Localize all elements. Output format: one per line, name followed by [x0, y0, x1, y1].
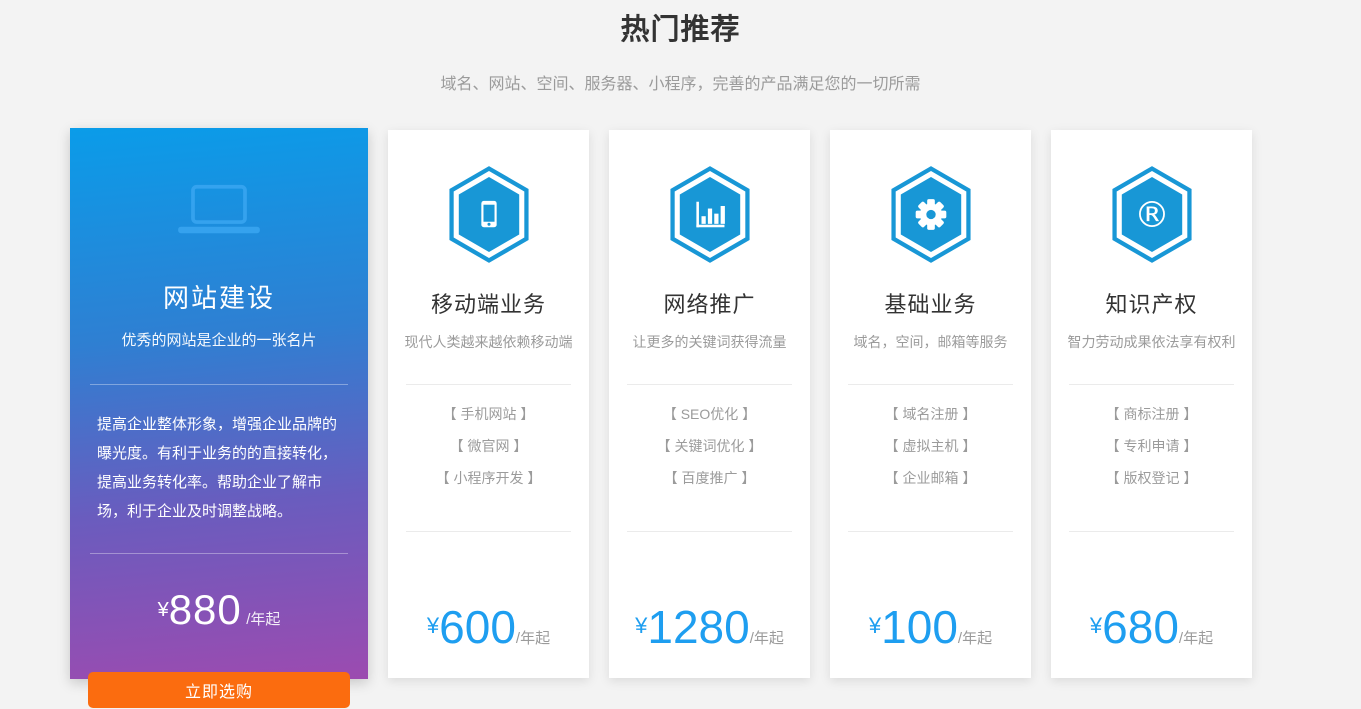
- currency-symbol: ¥: [426, 613, 440, 638]
- buy-now-button[interactable]: 立即选购: [88, 672, 350, 708]
- gear-icon: [830, 166, 1031, 263]
- currency-symbol: ¥: [1089, 613, 1103, 638]
- divider: [848, 531, 1013, 532]
- feature-item: 【 手机网站 】: [442, 406, 535, 422]
- page-subtitle: 域名、网站、空间、服务器、小程序，完善的产品满足您的一切所需: [440, 76, 921, 93]
- feature-item: 【 企业邮箱 】: [884, 470, 977, 486]
- card-price: ¥1280/年起: [609, 600, 810, 654]
- smartphone-icon: [388, 166, 589, 263]
- divider: [90, 553, 348, 554]
- card-feature-list: 【 SEO优化 】 【 关键词优化 】 【 百度推广 】: [609, 398, 810, 494]
- card-mobile-business[interactable]: 移动端业务 现代人类越来越依赖移动端 【 手机网站 】 【 微官网 】 【 小程…: [388, 130, 589, 678]
- price-unit: /年起: [1178, 630, 1214, 647]
- feature-item: 【 虚拟主机 】: [884, 438, 977, 454]
- divider: [406, 531, 571, 532]
- card-price: ¥680/年起: [1051, 600, 1252, 654]
- feature-item: 【 SEO优化 】: [662, 406, 757, 422]
- card-subtitle: 让更多的关键词获得流量: [632, 334, 787, 350]
- divider: [627, 384, 792, 385]
- feature-item: 【 商标注册 】: [1105, 406, 1198, 422]
- product-cards-row: 网站建设 优秀的网站是企业的一张名片 提高企业整体形象，增强企业品牌的曝光度。有…: [70, 128, 1252, 708]
- price-amount: 600: [439, 601, 516, 653]
- laptop-icon: [70, 184, 368, 236]
- card-intellectual-property[interactable]: ® 知识产权 智力劳动成果依法享有权利 【 商标注册 】 【 专利申请 】 【 …: [1051, 130, 1252, 678]
- divider: [1069, 531, 1234, 532]
- currency-symbol: ¥: [157, 599, 169, 621]
- card-price: ¥100/年起: [830, 600, 1031, 654]
- card-title: 基础业务: [884, 292, 977, 317]
- feature-item: 【 专利申请 】: [1105, 438, 1198, 454]
- svg-text:®: ®: [1134, 195, 1170, 236]
- price-unit: /年起: [749, 630, 784, 647]
- card-feature-list: 【 商标注册 】 【 专利申请 】 【 版权登记 】: [1051, 398, 1252, 494]
- card-feature-list: 【 域名注册 】 【 虚拟主机 】 【 企业邮箱 】: [830, 398, 1031, 494]
- feature-item: 【 百度推广 】: [663, 470, 756, 486]
- card-subtitle: 智力劳动成果依法享有权利: [1067, 334, 1236, 350]
- feature-item: 【 域名注册 】: [884, 406, 977, 422]
- price-amount: 1280: [647, 601, 750, 653]
- price-amount: 100: [881, 601, 958, 653]
- card-basic-business[interactable]: 基础业务 域名，空间，邮箱等服务 【 域名注册 】 【 虚拟主机 】 【 企业邮…: [830, 130, 1031, 678]
- featured-card-title: 网站建设: [162, 283, 275, 313]
- feature-item: 【 关键词优化 】: [656, 438, 763, 454]
- divider: [848, 384, 1013, 385]
- card-subtitle: 域名，空间，邮箱等服务: [853, 334, 1008, 350]
- feature-item: 【 小程序开发 】: [435, 470, 542, 486]
- card-title: 知识产权: [1105, 292, 1198, 317]
- feature-item: 【 版权登记 】: [1105, 470, 1198, 486]
- card-feature-list: 【 手机网站 】 【 微官网 】 【 小程序开发 】: [388, 398, 589, 494]
- divider: [406, 384, 571, 385]
- currency-symbol: ¥: [635, 613, 648, 638]
- divider: [1069, 384, 1234, 385]
- card-subtitle: 现代人类越来越依赖移动端: [404, 334, 573, 350]
- card-network-promotion[interactable]: 网络推广 让更多的关键词获得流量 【 SEO优化 】 【 关键词优化 】 【 百…: [609, 130, 810, 678]
- card-title: 移动端业务: [430, 292, 546, 317]
- price-unit: /年起: [246, 611, 281, 628]
- currency-symbol: ¥: [868, 613, 882, 638]
- divider: [627, 531, 792, 532]
- price-amount: 680: [1102, 601, 1179, 653]
- page-title: 热门推荐: [620, 14, 741, 46]
- card-price: ¥600/年起: [388, 600, 589, 654]
- featured-card-price: ¥880 /年起: [70, 586, 368, 634]
- featured-card-subtitle: 优秀的网站是企业的一张名片: [121, 332, 317, 349]
- card-title: 网络推广: [663, 292, 756, 317]
- featured-card-description: 提高企业整体形象，增强企业品牌的曝光度。有利于业务的的直接转化，提高业务转化率。…: [97, 416, 338, 520]
- feature-item: 【 微官网 】: [449, 438, 528, 454]
- price-unit: /年起: [957, 630, 993, 647]
- bar-chart-icon: [609, 166, 810, 263]
- price-unit: /年起: [515, 630, 551, 647]
- registered-trademark-icon: ®: [1051, 166, 1252, 263]
- card-website-construction[interactable]: 网站建设 优秀的网站是企业的一张名片 提高企业整体形象，增强企业品牌的曝光度。有…: [70, 128, 368, 708]
- price-amount: 880: [168, 586, 242, 633]
- divider: [90, 384, 348, 385]
